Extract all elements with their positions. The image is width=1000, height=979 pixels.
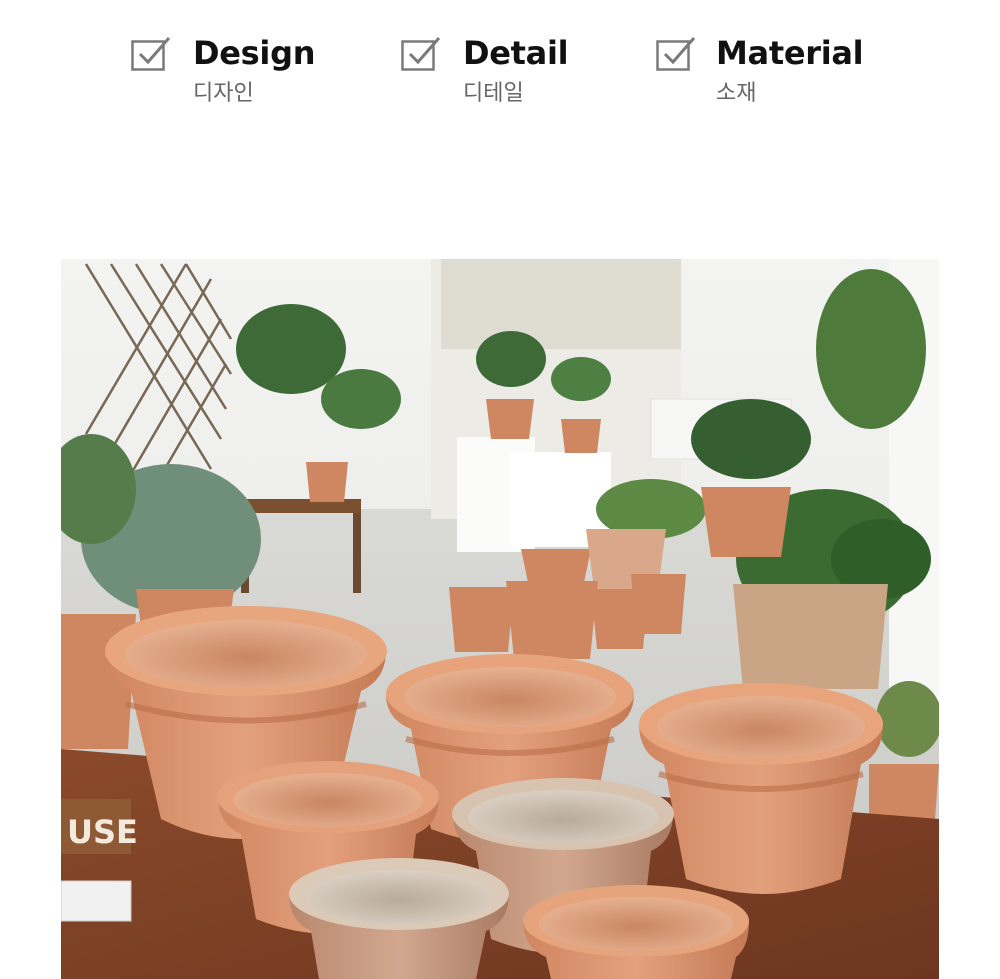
- use-sign: USE: [67, 813, 138, 851]
- feature-title: Detail: [463, 34, 569, 72]
- feature-title: Design: [193, 34, 316, 72]
- checked-box-icon: [656, 37, 696, 71]
- checked-box-icon: [401, 37, 441, 71]
- terracotta-pots-scene: USE: [61, 259, 939, 979]
- product-photo: USE: [61, 259, 939, 979]
- feature-subtitle: 소재: [716, 81, 757, 106]
- feature-list: Design 디자인 Detail 디테일 Material 소재: [0, 0, 1000, 130]
- feature-subtitle: 디테일: [463, 81, 524, 106]
- feature-title: Material: [716, 34, 864, 72]
- checked-box-icon: [131, 37, 171, 71]
- feature-subtitle: 디자인: [193, 81, 254, 106]
